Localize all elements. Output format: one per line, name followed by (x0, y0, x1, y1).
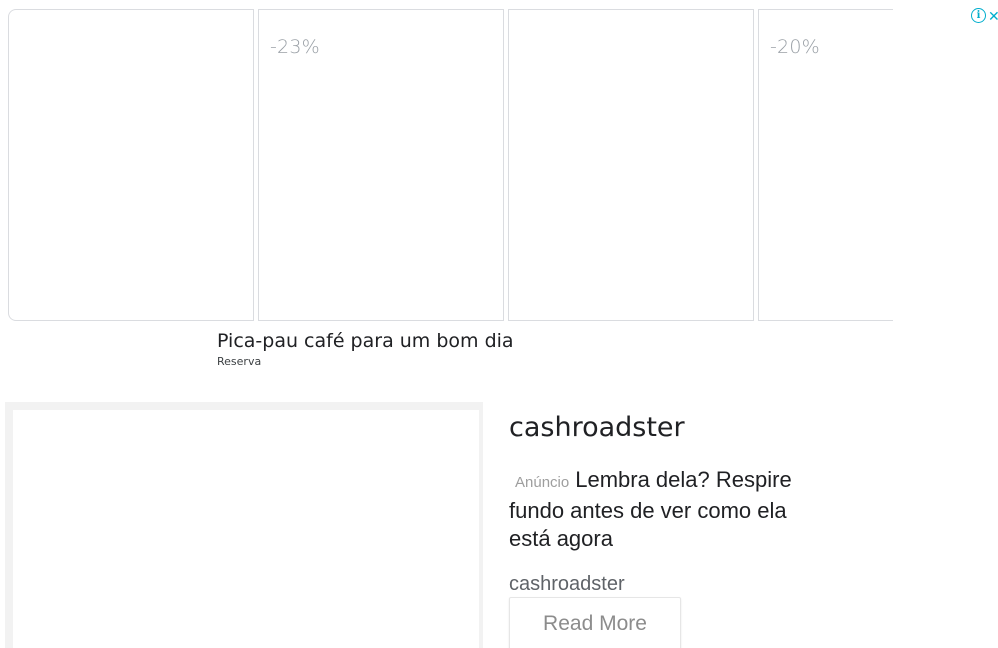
discount-label: -20% (770, 36, 820, 58)
native-ad-source[interactable]: cashroadster (509, 571, 839, 597)
caption-title[interactable]: Pica-pau café para um bom dia (217, 329, 514, 353)
info-icon[interactable]: i (971, 8, 986, 23)
ad-choices[interactable]: i ✕ (971, 8, 998, 23)
product-card[interactable] (508, 9, 754, 321)
read-more-button[interactable]: Read More (509, 597, 681, 648)
native-ad: cashroadster Anúncio Lembra dela? Respire… (509, 410, 839, 648)
discount-label: -23% (270, 36, 320, 58)
close-icon[interactable]: ✕ (988, 9, 998, 23)
ad-page: -23% -20% i ✕ Pica-pau café para um bom … (0, 0, 998, 648)
ad-thumbnail-frame[interactable] (5, 402, 483, 648)
native-ad-body[interactable]: Anúncio Lembra dela? Respire fundo antes … (509, 466, 809, 553)
native-ad-title[interactable]: cashroadster (509, 410, 839, 446)
product-card[interactable] (8, 9, 254, 321)
product-carousel[interactable]: -23% -20% (8, 9, 893, 323)
product-card[interactable]: -23% (258, 9, 504, 321)
carousel-caption[interactable]: Pica-pau café para um bom dia Reserva (217, 329, 514, 369)
product-card[interactable]: -20% (758, 9, 893, 321)
caption-subtitle: Reserva (217, 355, 262, 368)
ad-label: Anúncio (515, 474, 570, 491)
ad-thumbnail[interactable] (13, 410, 479, 648)
